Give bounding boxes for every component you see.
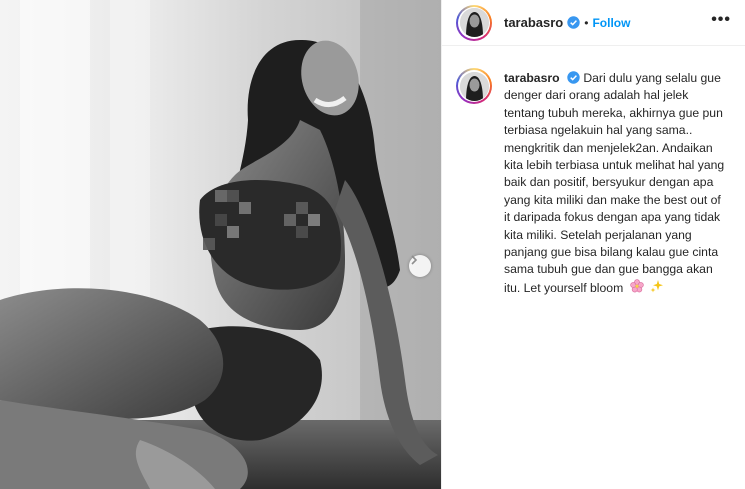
caption-avatar-border [458, 70, 490, 102]
chevron-right-icon [411, 255, 418, 265]
separator-dot: • [584, 15, 589, 30]
post-photo[interactable] [0, 0, 441, 489]
caption-avatar[interactable] [456, 68, 492, 104]
avatar-border [458, 6, 490, 39]
caption-comment: tarabasro Dari dulu yang selalu gue deng… [442, 46, 745, 298]
avatar-portrait [459, 8, 489, 37]
caption-avatar-portrait [459, 71, 489, 101]
instagram-post: tarabasro • Follow ••• tarabasro Dari du… [0, 0, 745, 489]
verified-badge-icon [567, 16, 580, 29]
avatar-image [459, 8, 489, 37]
caption-avatar-image [459, 71, 489, 101]
post-header: tarabasro • Follow ••• [442, 0, 745, 46]
avatar[interactable] [456, 4, 492, 41]
follow-button[interactable]: Follow [592, 16, 630, 30]
photo-illustration [0, 0, 441, 489]
caption-verified-badge-icon [567, 71, 580, 84]
cherry-blossom-icon [629, 279, 644, 298]
username-link[interactable]: tarabasro [504, 15, 563, 30]
caption-text: Dari dulu yang selalu gue denger dari or… [504, 71, 725, 295]
sparkles-icon [650, 279, 664, 298]
caption-username-link[interactable]: tarabasro [504, 71, 560, 85]
next-photo-button[interactable] [409, 255, 431, 277]
post-side-panel: tarabasro • Follow ••• tarabasro Dari du… [441, 0, 745, 489]
caption-text-block: tarabasro Dari dulu yang selalu gue deng… [504, 70, 730, 298]
more-options-button[interactable]: ••• [711, 11, 731, 31]
